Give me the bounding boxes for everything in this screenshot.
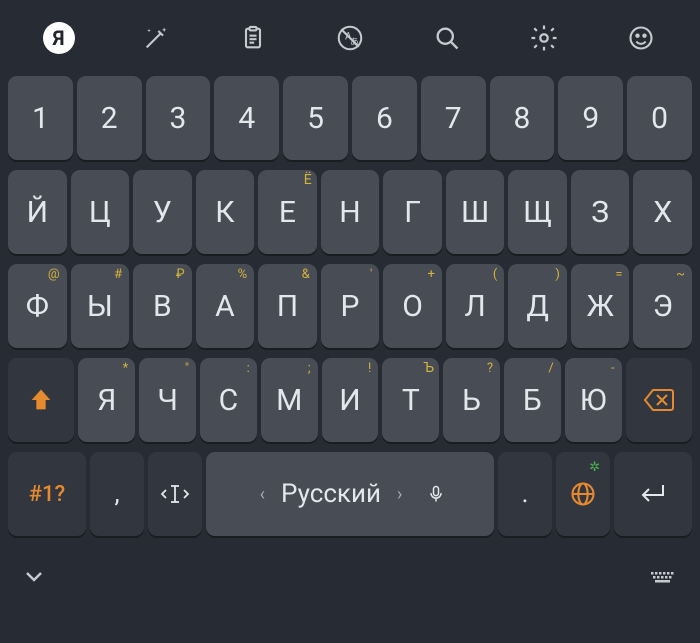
settings-badge-icon: ✲: [589, 460, 600, 475]
enter-key[interactable]: [614, 452, 692, 536]
key-т[interactable]: ТЪ: [382, 358, 439, 442]
key-я[interactable]: Я*: [78, 358, 135, 442]
row-numbers: 1 2 3 4 5 6 7 8 9 0: [6, 76, 694, 160]
clipboard-icon[interactable]: [233, 18, 273, 58]
key-4[interactable]: 4: [214, 76, 279, 160]
yandex-icon[interactable]: Я: [39, 18, 79, 58]
chevron-left-icon: ‹: [254, 484, 271, 505]
gear-icon[interactable]: [524, 18, 564, 58]
cursor-move-icon: [160, 482, 190, 506]
keyboard-mode-button[interactable]: [648, 565, 678, 587]
key-6[interactable]: 6: [352, 76, 417, 160]
key-8[interactable]: 8: [490, 76, 555, 160]
chevron-down-icon: [22, 564, 46, 588]
language-label: Русский: [281, 479, 381, 509]
key-д[interactable]: Д): [508, 264, 567, 348]
collapse-keyboard-button[interactable]: [22, 564, 46, 588]
key-0[interactable]: 0: [627, 76, 692, 160]
key-л[interactable]: Л(: [446, 264, 505, 348]
keyboard-icon: [648, 565, 678, 587]
key-2[interactable]: 2: [77, 76, 142, 160]
globe-icon: [569, 480, 597, 508]
key-ф[interactable]: Ф@: [8, 264, 67, 348]
key-п[interactable]: П&: [258, 264, 317, 348]
magic-wand-icon[interactable]: [136, 18, 176, 58]
key-е[interactable]: ЕЁ: [258, 170, 317, 254]
key-в[interactable]: В₽: [133, 264, 192, 348]
key-9[interactable]: 9: [558, 76, 623, 160]
key-7[interactable]: 7: [421, 76, 486, 160]
emoji-icon[interactable]: [621, 18, 661, 58]
shift-key[interactable]: [8, 358, 74, 442]
key-3[interactable]: 3: [146, 76, 211, 160]
key-а[interactable]: А%: [196, 264, 255, 348]
backspace-key[interactable]: [626, 358, 692, 442]
key-ю[interactable]: Ю-: [565, 358, 622, 442]
key-з[interactable]: З: [571, 170, 630, 254]
cursor-move-key[interactable]: [148, 452, 202, 536]
microphone-icon: [426, 484, 446, 504]
key-ц[interactable]: Ц: [71, 170, 130, 254]
key-ч[interactable]: Ч": [139, 358, 196, 442]
search-icon[interactable]: [427, 18, 467, 58]
collapse-bar: [0, 546, 700, 606]
key-ь[interactable]: Ь?: [443, 358, 500, 442]
row-letters-1: Й Ц У К ЕЁ Н Г Ш Щ З Х: [6, 170, 694, 254]
row-letters-3: Я* Ч" С: М; И! ТЪ Ь? Б/ Ю-: [6, 358, 694, 442]
key-х[interactable]: Х: [633, 170, 692, 254]
key-к[interactable]: К: [196, 170, 255, 254]
key-р[interactable]: Р': [321, 264, 380, 348]
language-switch-key[interactable]: ✲: [556, 452, 610, 536]
key-с[interactable]: С:: [200, 358, 257, 442]
key-г[interactable]: Г: [383, 170, 442, 254]
key-1[interactable]: 1: [8, 76, 73, 160]
key-б[interactable]: Б/: [504, 358, 561, 442]
symbols-key[interactable]: #1?: [8, 452, 86, 536]
key-щ[interactable]: Щ: [508, 170, 567, 254]
key-н[interactable]: Н: [321, 170, 380, 254]
keyboard-toolbar: Я A あ: [0, 0, 700, 76]
chevron-right-icon: ›: [391, 484, 408, 505]
key-м[interactable]: М;: [261, 358, 318, 442]
key-э[interactable]: Э~: [633, 264, 692, 348]
spacebar[interactable]: ‹ Русский ›: [206, 452, 494, 536]
key-ж[interactable]: Ж=: [571, 264, 630, 348]
comma-key[interactable]: ,: [90, 452, 144, 536]
key-ш[interactable]: Ш: [446, 170, 505, 254]
row-bottom: #1? , ‹ Русский › .: [6, 452, 694, 536]
translate-icon[interactable]: A あ: [330, 18, 370, 58]
key-и[interactable]: И!: [322, 358, 379, 442]
shift-icon: [27, 386, 55, 414]
backspace-icon: [643, 387, 675, 413]
key-5[interactable]: 5: [283, 76, 348, 160]
row-letters-2: Ф@ Ы# В₽ А% П& Р' О+ Л( Д) Ж= Э~: [6, 264, 694, 348]
keyboard: 1 2 3 4 5 6 7 8 9 0 Й Ц У К ЕЁ Н Г Ш Щ З…: [0, 76, 700, 536]
key-й[interactable]: Й: [8, 170, 67, 254]
key-ы[interactable]: Ы#: [71, 264, 130, 348]
enter-icon: [637, 481, 669, 507]
period-key[interactable]: .: [498, 452, 552, 536]
key-у[interactable]: У: [133, 170, 192, 254]
key-о[interactable]: О+: [383, 264, 442, 348]
